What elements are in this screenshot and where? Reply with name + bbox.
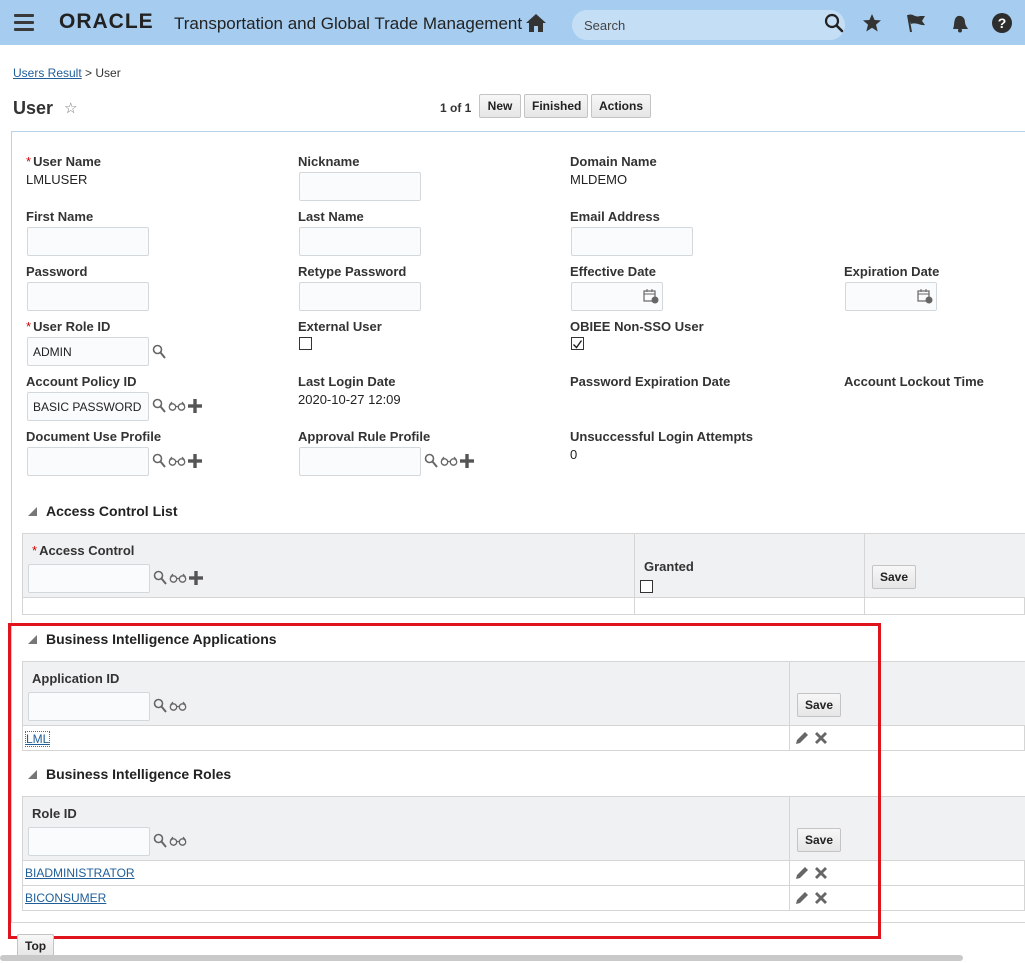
menu-icon[interactable] — [14, 14, 34, 31]
flag-icon[interactable] — [905, 13, 927, 33]
pager: 1 of 1 — [440, 101, 472, 115]
obiee-checkbox[interactable] — [571, 337, 584, 350]
access-control-column: * Access Control — [32, 543, 135, 558]
user-name-label: * User Name — [26, 154, 101, 169]
user-role-label: * User Role ID — [26, 319, 111, 334]
last-name-label: Last Name — [298, 209, 364, 224]
home-icon[interactable] — [525, 13, 547, 33]
approval-rule-label: Approval Rule Profile — [298, 429, 431, 444]
view-details-icon[interactable] — [168, 401, 186, 411]
user-name-value: LMLUSER — [26, 172, 88, 187]
password-expiration-label: Password Expiration Date — [570, 374, 731, 389]
last-login-label: Last Login Date — [298, 374, 396, 389]
unsuccessful-login-label: Unsuccessful Login Attempts — [570, 429, 753, 444]
top-bar: ORACLE Transportation and Global Trade M… — [0, 0, 1025, 45]
brand-logo: ORACLE — [59, 10, 154, 33]
search-icon[interactable] — [152, 453, 166, 469]
last-name-field[interactable] — [299, 227, 421, 256]
favorites-star-icon[interactable] — [862, 13, 882, 33]
effective-date-label: Effective Date — [570, 264, 656, 279]
new-button[interactable]: New — [479, 94, 521, 118]
search-input[interactable] — [572, 10, 845, 40]
retype-password-field[interactable] — [299, 282, 421, 311]
search-icon[interactable] — [152, 344, 166, 360]
doc-use-profile-label: Document Use Profile — [26, 429, 162, 444]
last-login-value: 2020-10-27 12:09 — [298, 392, 401, 407]
search-icon[interactable] — [153, 570, 167, 586]
expiration-date-label: Expiration Date — [844, 264, 940, 279]
page-title: User — [13, 98, 54, 118]
checkmark-icon — [573, 340, 583, 349]
nickname-field[interactable] — [299, 172, 421, 201]
obiee-label: OBIEE Non-SSO User — [570, 319, 704, 334]
domain-name-label: Domain Name — [570, 154, 657, 169]
breadcrumb-current: User — [95, 66, 121, 80]
access-control-filter-field[interactable] — [28, 564, 150, 593]
highlight-box — [8, 623, 881, 939]
granted-checkbox[interactable] — [640, 580, 653, 593]
search-icon[interactable] — [824, 13, 844, 33]
view-details-icon[interactable] — [169, 573, 187, 583]
finished-button[interactable]: Finished — [524, 94, 588, 118]
approval-rule-field[interactable] — [299, 447, 421, 476]
search-icon[interactable] — [424, 453, 438, 469]
first-name-label: First Name — [26, 209, 94, 224]
actions-button[interactable]: Actions — [591, 94, 651, 118]
add-icon[interactable] — [460, 454, 474, 468]
breadcrumb: Users Result > User — [13, 66, 121, 80]
email-label: Email Address — [570, 209, 660, 224]
add-icon[interactable] — [188, 454, 202, 468]
external-user-checkbox[interactable] — [299, 337, 312, 350]
password-field[interactable] — [27, 282, 149, 311]
collapse-triangle-icon[interactable] — [28, 507, 37, 516]
favorite-star-icon[interactable]: ☆ — [64, 99, 77, 117]
app-title: Transportation and Global Trade Manageme… — [174, 14, 523, 33]
add-icon[interactable] — [189, 571, 203, 585]
help-icon[interactable]: ? — [992, 13, 1012, 33]
domain-name-value: MLDEMO — [570, 172, 628, 187]
horizontal-scrollbar[interactable] — [0, 955, 963, 961]
doc-use-profile-field[interactable] — [27, 447, 149, 476]
breadcrumb-users-result[interactable]: Users Result — [13, 66, 82, 80]
view-details-icon[interactable] — [440, 456, 458, 466]
first-name-field[interactable] — [27, 227, 149, 256]
notifications-bell-icon[interactable] — [948, 13, 970, 33]
unsuccessful-login-value: 0 — [570, 447, 578, 462]
view-details-icon[interactable] — [168, 456, 186, 466]
breadcrumb-separator: > — [85, 66, 93, 80]
retype-password-label: Retype Password — [298, 264, 407, 279]
user-role-field[interactable] — [27, 337, 149, 366]
account-policy-label: Account Policy ID — [26, 374, 137, 389]
search-icon[interactable] — [152, 398, 166, 414]
calendar-icon[interactable] — [643, 288, 659, 304]
nickname-label: Nickname — [298, 154, 360, 169]
access-control-section-title: Access Control List — [46, 503, 178, 519]
add-icon[interactable] — [188, 399, 202, 413]
calendar-icon[interactable] — [917, 288, 933, 304]
granted-column: Granted — [644, 559, 694, 574]
password-label: Password — [26, 264, 88, 279]
top-button[interactable]: Top — [17, 934, 54, 957]
access-control-save-button[interactable]: Save — [872, 565, 916, 589]
external-user-label: External User — [298, 319, 382, 334]
email-field[interactable] — [571, 227, 693, 256]
account-lockout-label: Account Lockout Time — [844, 374, 984, 389]
account-policy-field[interactable] — [27, 392, 149, 421]
